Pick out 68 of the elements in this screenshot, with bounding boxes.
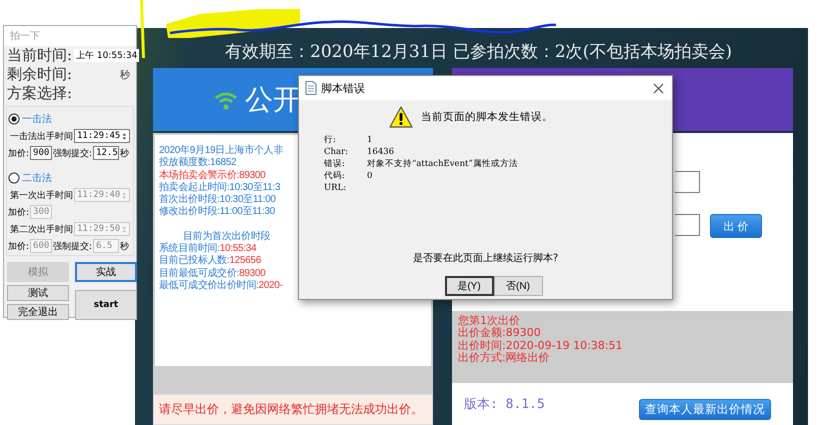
bid-record-line: 出价方式:网络出价 (458, 352, 551, 364)
field-label: 加价: (8, 148, 30, 160)
document-icon (305, 81, 317, 95)
info-line: 目前已投标人数:125656 (159, 255, 261, 268)
action-button[interactable]: start (75, 290, 137, 320)
detail-label: 行: (324, 135, 337, 146)
detail-label: URL: (324, 183, 348, 194)
radio-button[interactable] (8, 172, 20, 184)
wifi-icon (215, 90, 237, 110)
dialog-button[interactable]: 否(N) (494, 276, 542, 296)
field-label: 一击法出手时间 (10, 130, 73, 142)
field-label: 第一次出手时间 (10, 190, 73, 202)
validity-text: 有效期至：2020年12月31日 已参拍次数：2次(不包括本场拍卖会) (224, 40, 734, 64)
unit-label: 秒 (120, 240, 130, 252)
field-label: 第二次出手时间 (10, 224, 73, 236)
error-message: 当前页面的脚本发生错误。 (421, 110, 553, 124)
unit-label: 秒 (120, 68, 130, 82)
notice-text: 请尽早出价，避免因网络繁忙拥堵无法成功出价。 (153, 394, 433, 425)
action-button[interactable]: 测试 (7, 285, 69, 301)
seconds-field[interactable]: 12.5 (93, 146, 120, 160)
info-line: 投放额度数:16852 (159, 157, 236, 170)
field-label: 加价: (8, 206, 30, 218)
field-label: 强制提交: (53, 240, 92, 252)
field-label: 当前时间: (7, 46, 72, 65)
detail-value: 对象不支持“attachEvent”属性或方法 (367, 159, 519, 170)
close-icon[interactable] (653, 82, 664, 94)
detail-label: Char: (324, 147, 349, 158)
warning-icon (389, 106, 413, 128)
time-field[interactable]: 11:29:45 (74, 129, 130, 143)
window-title: 拍一下 (4, 26, 136, 46)
field-label: 方案选择: (7, 84, 72, 103)
input-field[interactable] (675, 214, 700, 236)
price-field[interactable]: 900 (30, 146, 52, 160)
radio-label[interactable]: 一击法 (22, 112, 52, 126)
detail-label: 代码: (324, 171, 346, 182)
question-text: 是否要在此页面上继续运行脚本? (412, 252, 560, 265)
detail-label: 错误: (324, 159, 346, 170)
panel-title: 公开 (245, 82, 301, 118)
info-line: 首次出价时段:10:30至11:00 (159, 194, 276, 206)
bid-button[interactable]: 出 价 (710, 214, 762, 238)
info-line: 修改出价时段:11:00至11:30 (159, 206, 275, 219)
info-heading: 目前为首次出价时段 (183, 230, 270, 242)
field-label: 强制提交: (53, 148, 92, 160)
info-line: 本场拍卖会警示价:89300 (159, 170, 266, 182)
radio-label[interactable]: 二击法 (22, 171, 52, 185)
input-field[interactable] (675, 171, 700, 193)
query-button[interactable]: 查询本人最新出价情况 (639, 398, 771, 420)
dialog-title: 脚本错误 (321, 80, 365, 96)
info-line: 系统目前时间:10:55:34 (159, 243, 256, 254)
field-label: 剩余时间: (7, 65, 72, 84)
version-text: 版本: 8.1.5 (464, 396, 545, 413)
info-line: 2020年9月19日上海市个人非 (159, 145, 284, 156)
dialog-button[interactable]: 是(Y) (444, 276, 494, 296)
detail-value: 1 (367, 135, 374, 146)
action-button[interactable]: 完全退出 (7, 304, 69, 320)
info-line: 拍卖会起止时间:10:30至11:3 (159, 182, 280, 194)
field-label: 加价: (8, 240, 30, 252)
detail-value: 16436 (367, 147, 396, 158)
time-value: 上午 10:55:34 (74, 49, 140, 62)
info-line: 目前最低可成交价:89300 (159, 268, 266, 280)
unit-label: 秒 (120, 148, 130, 160)
info-line: 最低可成交价出价时间:2020- (159, 280, 283, 292)
radio-button[interactable] (8, 113, 20, 125)
bid-record-line: 出价金额:89300 (458, 327, 542, 340)
detail-value: 0 (367, 171, 374, 182)
bid-record-line: 出价时间:2020-09-19 10:38:51 (458, 340, 624, 352)
action-button[interactable]: 实战 (75, 262, 137, 282)
bid-record-line: 您第1次出价 (458, 315, 521, 327)
